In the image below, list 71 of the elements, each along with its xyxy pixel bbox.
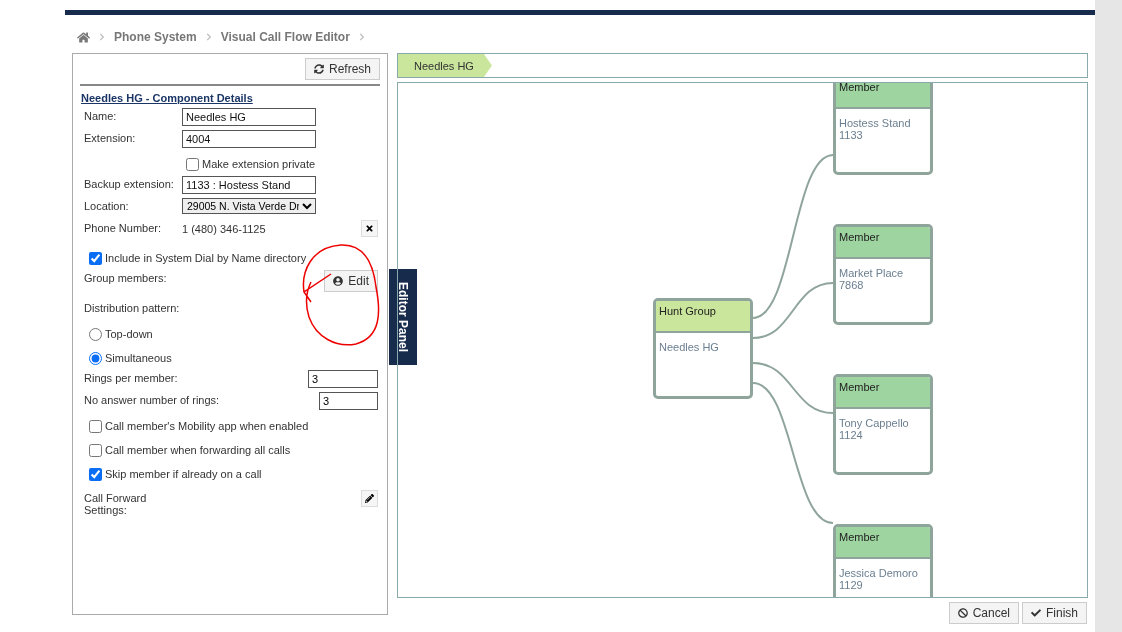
field-label: Location: (84, 199, 130, 212)
refresh-button[interactable]: Refresh (304, 58, 380, 80)
breadcrumb-link[interactable]: Visual Call Flow Editor (220, 30, 350, 44)
chevron-icon (204, 33, 213, 41)
close-icon (365, 224, 374, 233)
radio-label: Simultaneous (105, 352, 172, 364)
field-label: Phone Number: (84, 221, 163, 234)
radio-button[interactable] (89, 327, 102, 341)
checkbox[interactable] (89, 467, 102, 481)
footer-button[interactable]: Finish (1022, 602, 1087, 624)
node-name: Tony Cappello (839, 417, 910, 429)
flow-node[interactable]: Member Hostess Stand 1133 (833, 83, 933, 175)
node-header: Member (836, 227, 930, 259)
node-header: Member (836, 83, 930, 109)
node-header: Member (836, 377, 930, 409)
node-name: Jessica Demoro (839, 567, 919, 579)
node-header: Member (836, 527, 930, 559)
field-label: Rings per member: (84, 371, 179, 384)
field-label: Distribution pattern: (84, 301, 181, 314)
edit-button[interactable] (361, 490, 378, 507)
breadcrumb-link[interactable]: Phone System (114, 30, 197, 44)
chevron-icon (357, 33, 366, 41)
flow-node[interactable]: Member Tony Cappello 1124 (833, 374, 933, 475)
field-label: Extension: (84, 131, 137, 144)
field-label: Name: (84, 109, 118, 122)
text-field[interactable]: 4004 (182, 130, 316, 148)
person-icon (333, 276, 344, 286)
flow-node[interactable]: Member Jessica Demoro 1129 (833, 524, 933, 597)
clear-button[interactable] (361, 220, 378, 237)
checkbox-label: Make extension private (202, 158, 316, 170)
chevron-icon (98, 33, 106, 41)
check-icon (1031, 608, 1041, 618)
phone-number: 1 (480) 346-1125 (182, 222, 266, 235)
checkbox[interactable] (186, 157, 199, 171)
checkbox[interactable] (89, 251, 102, 265)
edit-button[interactable]: Edit (324, 270, 378, 292)
editor-panel-tab[interactable]: Editor Panel (389, 269, 417, 365)
flow-tab[interactable]: Needles HG (398, 54, 492, 77)
radio-label: Top-down (105, 328, 153, 340)
field-label: Backup extension: (84, 177, 175, 190)
details-title[interactable]: Needles HG - Component Details (81, 92, 253, 104)
refresh-icon (313, 64, 324, 74)
flow-node[interactable]: Member Market Place 7868 (833, 224, 933, 325)
node-header: Hunt Group (656, 301, 750, 333)
checkbox-label: Skip member if already on a call (105, 468, 262, 480)
node-extension: 1129 (839, 579, 864, 591)
field-label: Group members: (84, 271, 168, 284)
node-name: Market Place (839, 267, 905, 279)
number-field[interactable]: 3 (319, 392, 378, 410)
node-name: Needles HG (659, 341, 720, 353)
checkbox[interactable] (89, 443, 102, 457)
node-extension: 7868 (839, 279, 865, 291)
node-extension: 1124 (839, 429, 864, 441)
pencil-icon (365, 494, 374, 503)
location-select[interactable]: 29005 N. Vista Verde Dr (182, 198, 316, 214)
text-field[interactable]: 1133 : Hostess Stand (182, 176, 316, 194)
cancel-icon (957, 608, 968, 618)
radio-button[interactable] (89, 351, 102, 365)
flow-node[interactable]: Hunt Group Needles HG (653, 298, 753, 399)
checkbox-label: Call member when forwarding all calls (105, 444, 291, 456)
footer-button[interactable]: Cancel (948, 602, 1019, 624)
node-extension: 1133 (839, 129, 864, 141)
node-name: Hostess Stand (839, 117, 912, 129)
number-field[interactable]: 3 (308, 370, 378, 388)
field-label: Call Forward Settings: (84, 491, 148, 516)
home-icon[interactable] (77, 30, 90, 44)
text-field[interactable]: Needles HG (182, 108, 316, 126)
checkbox-label: Call member's Mobility app when enabled (105, 420, 309, 432)
checkbox[interactable] (89, 419, 102, 433)
checkbox-label: Include in System Dial by Name directory (105, 252, 307, 264)
field-label: No answer number of rings: (84, 393, 221, 406)
